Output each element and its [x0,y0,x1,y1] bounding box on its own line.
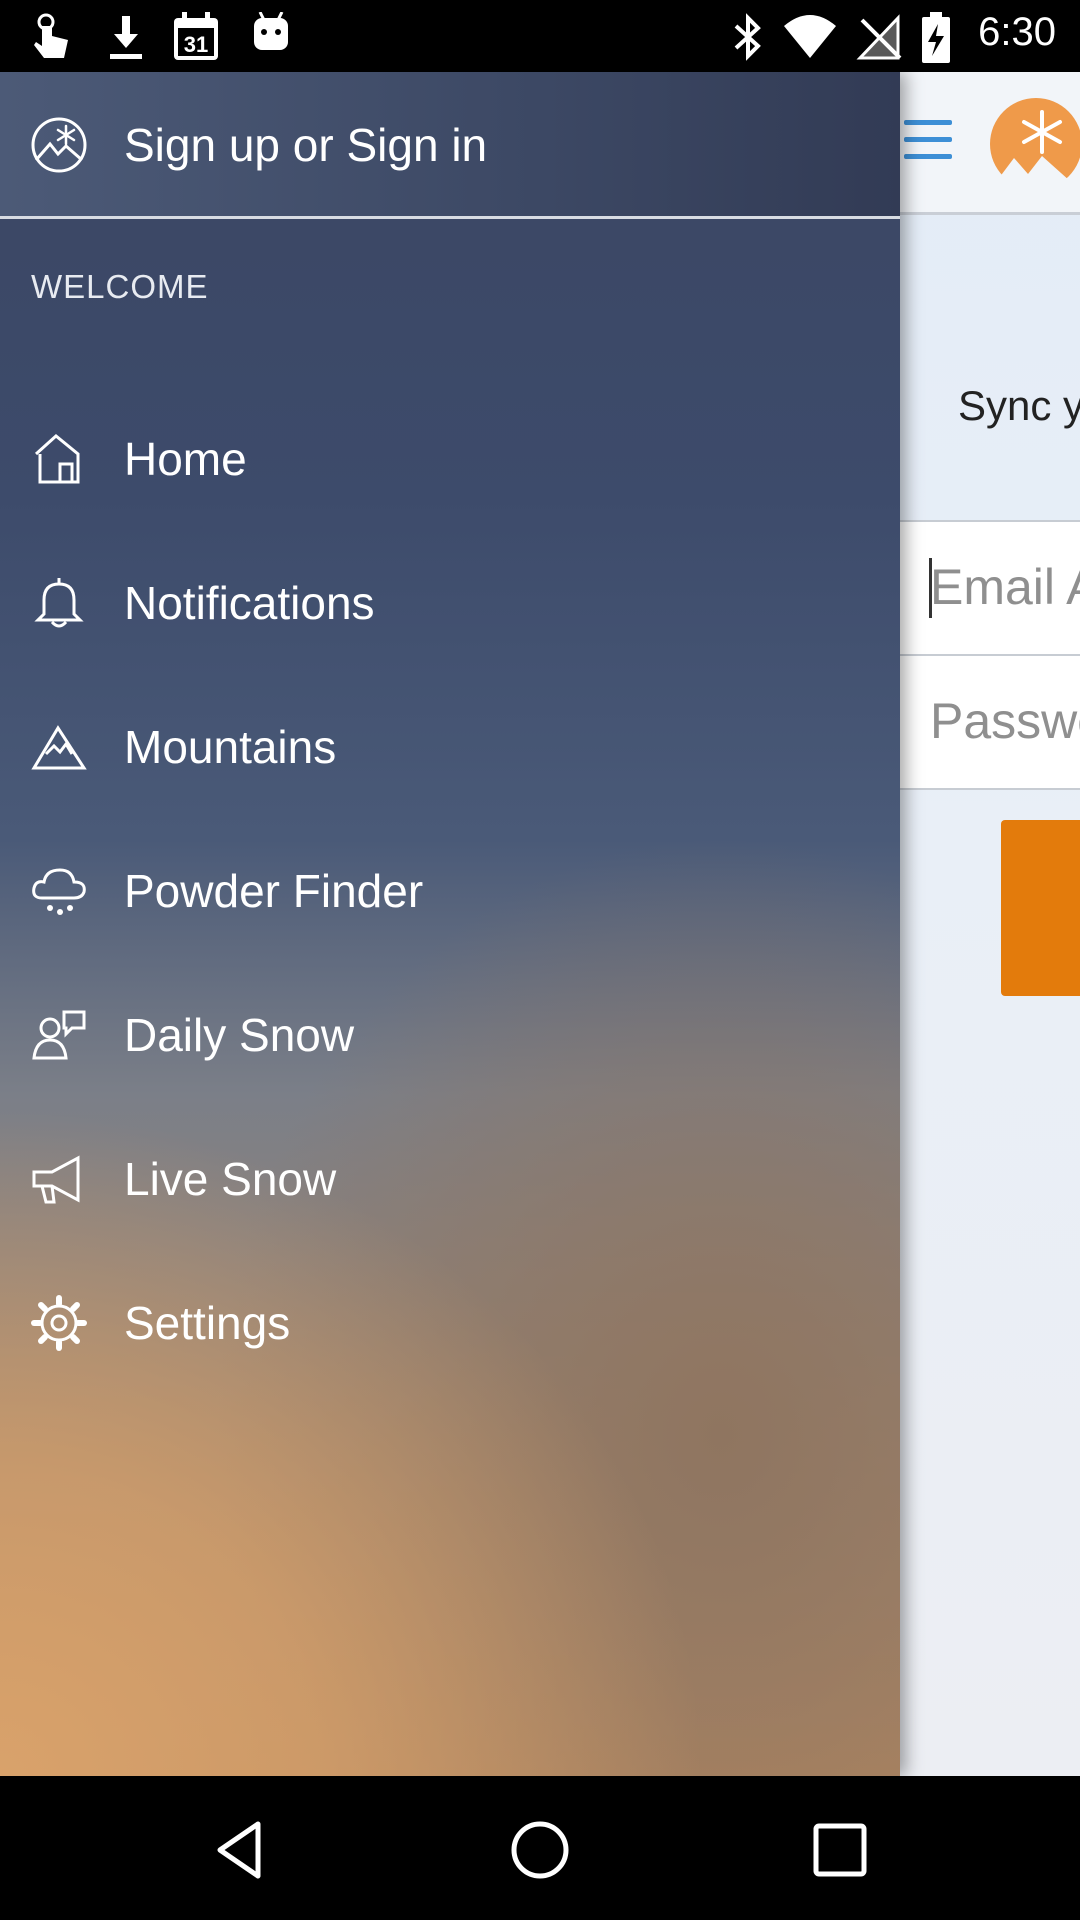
drawer-header-signin[interactable]: Sign up or Sign in [0,72,900,219]
email-field[interactable]: Email A [900,520,1080,656]
menu-label-notifications: Notifications [124,577,375,629]
status-bar: 31 6:30 [0,0,1080,72]
gear-icon [31,1295,87,1351]
email-placeholder: Email A [930,559,1080,615]
snow-mountain-logo-icon [31,117,87,173]
menu-label-mountains: Mountains [124,721,337,773]
bell-icon [34,578,84,628]
touch-icon [34,13,68,58]
mountain-icon [31,725,87,770]
menu-label-settings: Settings [124,1297,291,1349]
calendar-icon: 31 [174,12,218,60]
menu-label-live-snow: Live Snow [124,1153,337,1205]
home-circle-icon[interactable] [508,1818,572,1882]
download-icon [110,16,142,59]
sync-text: Sync y [958,382,1080,429]
menu-item-daily-snow[interactable]: Daily Snow [0,968,900,1098]
home-icon [34,434,80,484]
person-chat-icon [32,1010,86,1060]
menu-label-powder-finder: Powder Finder [124,865,424,917]
app-logo-icon [990,98,1080,190]
no-signal-icon [856,14,902,60]
menu-item-notifications[interactable]: Notifications [0,536,900,666]
status-time: 6:30 [978,10,1056,54]
password-field[interactable]: Passwo [900,654,1080,790]
system-nav-bar [0,1776,1080,1920]
menu-item-settings[interactable]: Settings [0,1256,900,1386]
battery-charging-icon [922,12,950,63]
sign-in-button[interactable] [1001,820,1080,996]
text-caret [929,558,932,618]
section-label-welcome: WELCOME [31,268,209,305]
recents-icon[interactable] [808,1818,872,1882]
menu-label-daily-snow: Daily Snow [124,1009,355,1061]
password-placeholder: Passwo [930,693,1080,749]
android-icon [254,12,288,50]
menu-item-home[interactable]: Home [0,392,900,522]
megaphone-icon [32,1155,80,1204]
calendar-day: 31 [184,32,208,57]
menu-label-home: Home [124,433,247,485]
back-icon[interactable] [208,1818,272,1882]
wifi-icon [784,15,836,58]
navigation-drawer: Sign up or Sign in WELCOME Home Notifica… [0,72,900,1776]
bluetooth-icon [734,13,761,61]
menu-item-powder-finder[interactable]: Powder Finder [0,824,900,954]
menu-item-mountains[interactable]: Mountains [0,680,900,810]
hamburger-menu-icon[interactable] [904,120,952,164]
snow-cloud-icon [32,868,86,915]
menu-item-live-snow[interactable]: Live Snow [0,1112,900,1242]
signin-label: Sign up or Sign in [124,119,488,171]
